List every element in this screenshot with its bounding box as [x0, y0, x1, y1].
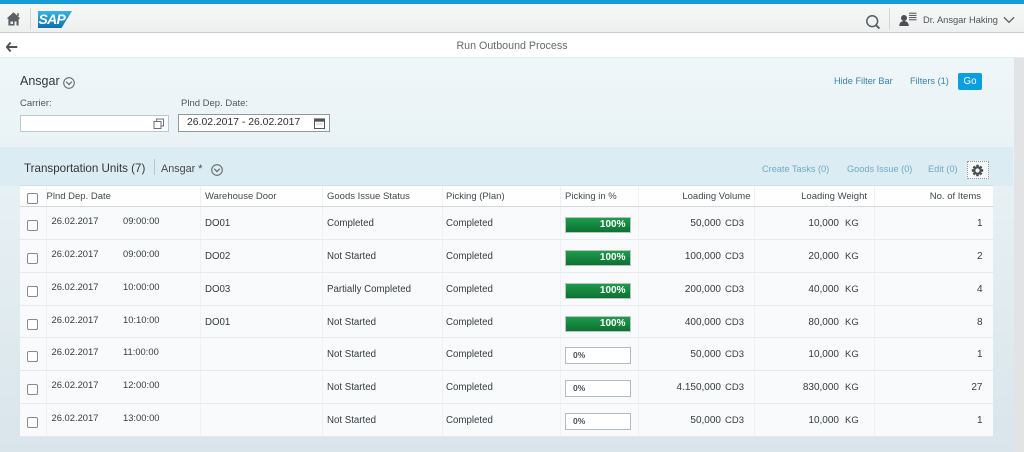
- svg-text:SAP: SAP: [39, 11, 67, 27]
